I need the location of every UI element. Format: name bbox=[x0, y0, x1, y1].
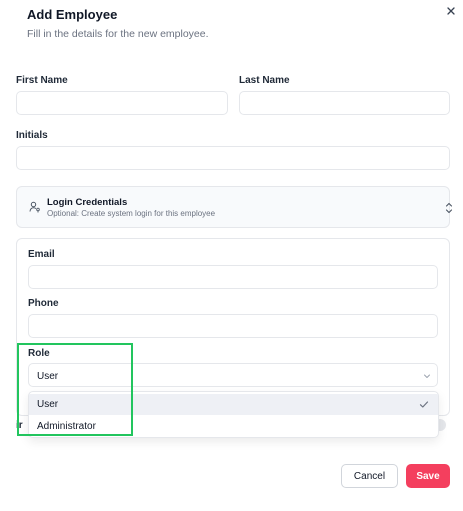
email-input[interactable] bbox=[28, 265, 438, 289]
last-name-input[interactable] bbox=[239, 91, 450, 115]
obscured-toggle[interactable] bbox=[438, 419, 446, 431]
chevron-down-icon bbox=[424, 374, 430, 378]
email-label: Email bbox=[28, 249, 55, 260]
dialog-title: Add Employee bbox=[27, 7, 118, 22]
login-credentials-title: Login Credentials bbox=[47, 197, 128, 208]
last-name-label: Last Name bbox=[239, 75, 290, 86]
save-button[interactable]: Save bbox=[406, 464, 450, 488]
login-credentials-subtitle: Optional: Create system login for this e… bbox=[47, 209, 216, 218]
check-icon bbox=[419, 401, 429, 408]
add-employee-dialog: Add Employee Fill in the details for the… bbox=[0, 0, 463, 511]
first-name-input[interactable] bbox=[16, 91, 228, 115]
annotation-highlight-box bbox=[17, 343, 133, 436]
user-key-icon bbox=[29, 201, 40, 213]
cancel-button[interactable]: Cancel bbox=[341, 464, 398, 488]
close-icon[interactable] bbox=[444, 4, 458, 18]
initials-label: Initials bbox=[16, 130, 48, 141]
phone-label: Phone bbox=[28, 298, 59, 309]
chevron-up-down-icon bbox=[445, 202, 453, 214]
initials-input[interactable] bbox=[16, 146, 450, 170]
phone-input[interactable] bbox=[28, 314, 438, 338]
login-credentials-toggle[interactable]: Login Credentials Optional: Create syste… bbox=[16, 186, 453, 228]
dialog-subtitle: Fill in the details for the new employee… bbox=[27, 28, 209, 40]
first-name-label: First Name bbox=[16, 75, 68, 86]
